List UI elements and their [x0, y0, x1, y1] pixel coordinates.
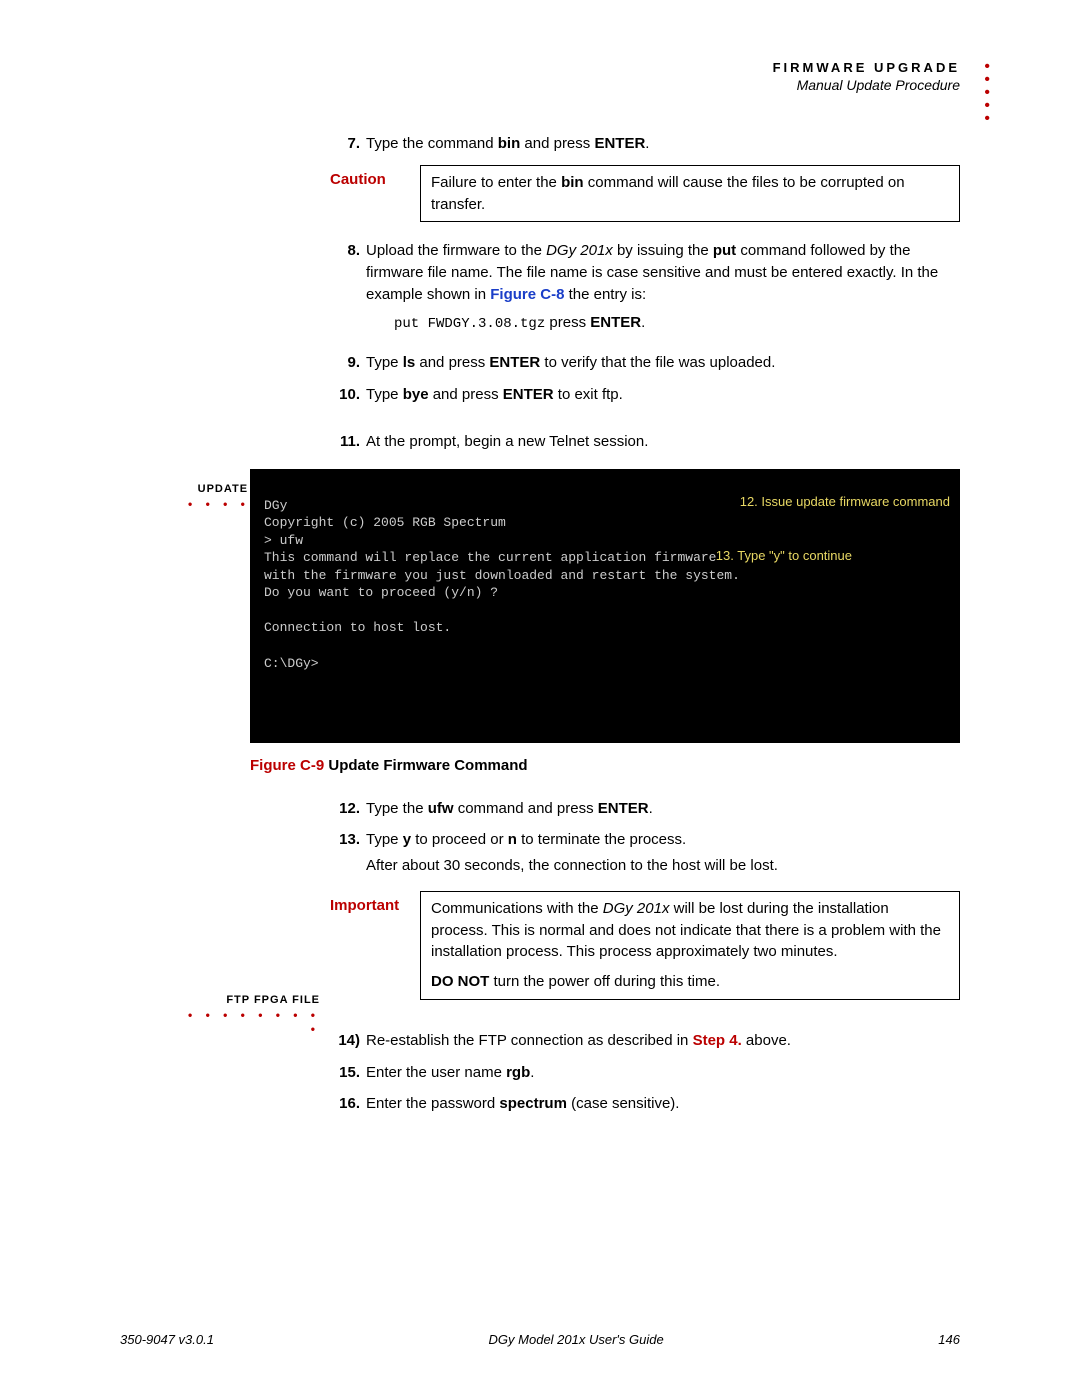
step-10: 10. Type bye and press ENTER to exit ftp… [330, 384, 960, 406]
step-11: 11. At the prompt, begin a new Telnet se… [330, 431, 960, 453]
step-body: Re-establish the FTP connection as descr… [366, 1030, 960, 1052]
step-body: Type bye and press ENTER to exit ftp. [366, 384, 960, 406]
step-12: 12. Type the ufw command and press ENTER… [330, 798, 960, 820]
step-4-link[interactable]: Step 4. [693, 1032, 742, 1049]
decorative-dots-icon: • • • • • • • • • [180, 1008, 320, 1036]
step-13-note: After about 30 seconds, the connection t… [366, 855, 960, 877]
step-14: 14) Re-establish the FTP connection as d… [330, 1030, 960, 1052]
step-8: 8. Upload the firmware to the DGy 201x b… [330, 240, 960, 342]
important-box: Communications with the DGy 201x will be… [420, 891, 960, 1000]
step-number: 9. [330, 352, 366, 374]
figure-caption: Figure C-9 Update Firmware Command [250, 757, 960, 774]
step-number: 12. [330, 798, 366, 820]
step-9: 9. Type ls and press ENTER to verify tha… [330, 352, 960, 374]
header-subtitle: Manual Update Procedure [180, 77, 960, 93]
decorative-dots-icon: ••••• [984, 60, 990, 125]
figure-label: Figure C-9 [250, 757, 324, 774]
step-number: 13. [330, 829, 366, 851]
important-label: Important [330, 891, 420, 914]
step-body: Enter the user name rgb. [366, 1062, 960, 1084]
terminal-screenshot: DGy Copyright (c) 2005 RGB Spectrum > uf… [250, 469, 960, 743]
step-body: Type y to proceed or n to terminate the … [366, 829, 960, 851]
step-body: Type the command bin and press ENTER. [366, 133, 960, 155]
important-block: Important Communications with the DGy 20… [330, 891, 960, 1000]
step-body: Type the ufw command and press ENTER. [366, 798, 960, 820]
terminal-annotation-13: 13. Type "y" to continue [716, 547, 852, 565]
step-15: 15. Enter the user name rgb. [330, 1062, 960, 1084]
step-body: Type ls and press ENTER to verify that t… [366, 352, 960, 374]
step-number: 16. [330, 1093, 366, 1115]
step-number: 10. [330, 384, 366, 406]
step-body: Upload the firmware to the DGy 201x by i… [366, 240, 960, 342]
figure-title: Update Firmware Command [324, 757, 527, 774]
step-number: 15. [330, 1062, 366, 1084]
main-content: 7. Type the command bin and press ENTER.… [330, 133, 960, 1115]
footer-left: 350-9047 v3.0.1 [120, 1332, 214, 1347]
document-page: FIRMWARE UPGRADE Manual Update Procedure… [0, 0, 1080, 1397]
command-line: put FWDGY.3.08.tgz press ENTER. [394, 312, 960, 334]
step-number: 7. [330, 133, 366, 155]
step-number: 14) [330, 1030, 366, 1052]
step-number: 8. [330, 240, 366, 342]
step-16: 16. Enter the password spectrum (case se… [330, 1093, 960, 1115]
side-label-ftp-fpga: FTP FPGA FILE • • • • • • • • • [180, 994, 320, 1036]
caution-label: Caution [330, 165, 420, 188]
step-body: Enter the password spectrum (case sensit… [366, 1093, 960, 1115]
footer-center: DGy Model 201x User's Guide [489, 1332, 664, 1347]
page-header: FIRMWARE UPGRADE Manual Update Procedure… [180, 60, 960, 93]
caution-block: Caution Failure to enter the bin command… [330, 165, 960, 223]
footer-page-number: 146 [938, 1332, 960, 1347]
caution-box: Failure to enter the bin command will ca… [420, 165, 960, 223]
step-13: 13. Type y to proceed or n to terminate … [330, 829, 960, 851]
header-title: FIRMWARE UPGRADE [180, 60, 960, 75]
step-7: 7. Type the command bin and press ENTER. [330, 133, 960, 155]
step-body: At the prompt, begin a new Telnet sessio… [366, 431, 960, 453]
figure-c8-link[interactable]: Figure C-8 [490, 286, 564, 303]
terminal-annotation-12: 12. Issue update firmware command [740, 493, 950, 511]
step-number: 11. [330, 431, 366, 453]
page-footer: 350-9047 v3.0.1 DGy Model 201x User's Gu… [120, 1332, 960, 1347]
